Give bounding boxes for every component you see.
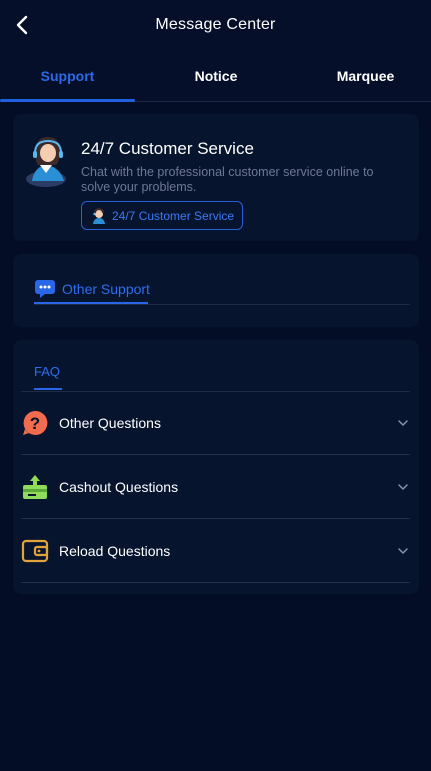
page-title: Message Center <box>155 16 276 33</box>
chevron-down-icon <box>398 419 408 426</box>
chat-bubble-icon <box>35 279 55 298</box>
active-tab-indicator <box>0 99 135 102</box>
other-support-tab[interactable]: Other Support <box>34 272 150 305</box>
faq-item-label: Reload Questions <box>59 542 171 559</box>
tab-marquee[interactable]: Marquee <box>300 50 431 102</box>
agent-avatar-icon <box>26 137 66 187</box>
faq-tab-indicator <box>34 388 62 390</box>
faq-item-cashout-questions[interactable]: Cashout Questions <box>21 455 410 519</box>
other-support-label: Other Support <box>62 280 150 297</box>
chevron-down-icon <box>398 547 408 554</box>
faq-item-label: Other Questions <box>59 414 161 431</box>
divider <box>34 304 410 305</box>
customer-service-button-label: 24/7 Customer Service <box>112 208 235 223</box>
other-support-card: Other Support <box>13 254 419 327</box>
header-bar: Message Center <box>0 0 431 50</box>
faq-item-other-questions[interactable]: ? Other Questions <box>21 391 410 455</box>
chevron-left-icon <box>16 15 28 35</box>
faq-card: FAQ ? Other Questions Cashout Questions <box>13 340 419 594</box>
faq-item-label: Cashout Questions <box>59 478 179 495</box>
customer-service-title: 24/7 Customer Service <box>81 139 254 158</box>
svg-text:?: ? <box>30 414 40 433</box>
faq-item-reload-questions[interactable]: Reload Questions <box>21 519 410 583</box>
tab-notice[interactable]: Notice <box>149 50 283 102</box>
customer-service-button[interactable]: 24/7 Customer Service <box>81 201 244 230</box>
tab-bar: Support Notice Marquee <box>0 50 431 102</box>
chevron-down-icon <box>398 483 408 490</box>
tab-support[interactable]: Support <box>0 50 135 102</box>
customer-service-description: Chat with the professional customer serv… <box>81 165 374 194</box>
agent-mini-icon <box>93 207 105 224</box>
faq-tab[interactable]: FAQ <box>34 364 60 379</box>
customer-service-card: 24/7 Customer Service Chat with the prof… <box>13 114 419 241</box>
cashout-icon <box>21 473 49 501</box>
question-icon: ? <box>21 409 49 437</box>
wallet-icon <box>21 537 49 565</box>
back-button[interactable] <box>10 12 34 38</box>
